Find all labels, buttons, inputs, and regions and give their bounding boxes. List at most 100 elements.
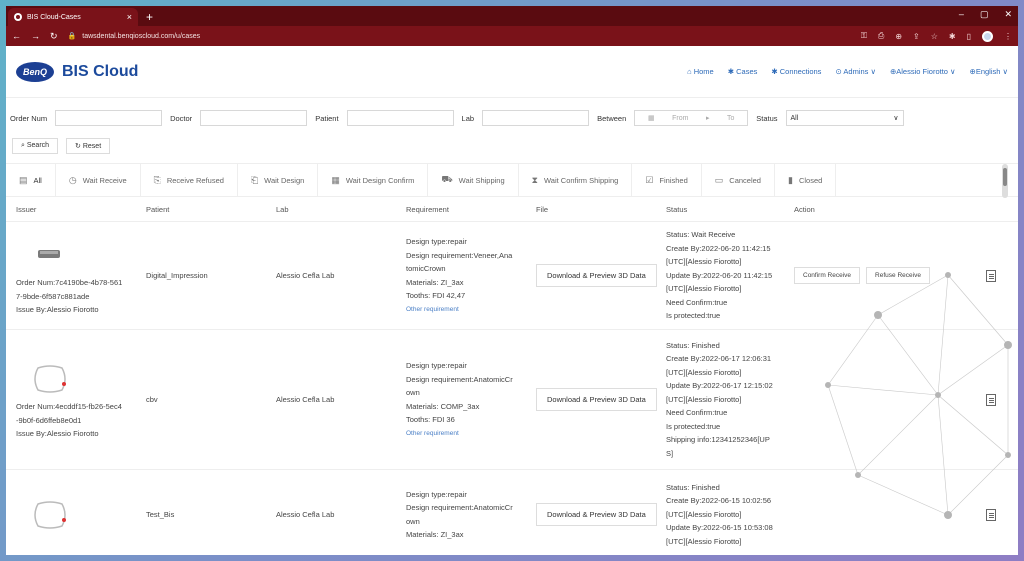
between-label: Between [597, 113, 627, 123]
tab-wait-shipping[interactable]: ⛟ Wait Shipping [428, 164, 519, 196]
tab-wait-design[interactable]: ⎗ Wait Design [238, 164, 319, 196]
status-tabs: ▤ All ◷ Wait Receive ⎘ Receive Refused ⎗ Wait D… [6, 163, 1018, 198]
nav-home[interactable]: ⌂ Home [687, 67, 714, 76]
lab-cell: Alessio Cefla Lab [276, 510, 335, 519]
menu-kebab-icon[interactable]: ⋮ [1004, 32, 1012, 41]
reset-button[interactable]: ↻ Reset [66, 138, 111, 154]
scan-thumbnail[interactable] [30, 500, 70, 530]
app-window: BIS Cloud-Cases × + – ▢ ✕ ← → ↻ 🔒 tawsde… [6, 6, 1018, 555]
tab-wait-receive[interactable]: ◷ Wait Receive [56, 164, 141, 196]
key-icon[interactable]: ⚿ [861, 31, 867, 41]
tab-label: Wait Shipping [458, 175, 505, 185]
tab-label: All [33, 175, 42, 185]
download-preview-button[interactable]: Download & Preview 3D Data [536, 388, 657, 411]
other-requirement-link[interactable]: Other requirement [406, 303, 459, 317]
status-select-value: All [790, 114, 799, 122]
issuer-line: Order Num:4ecddf15-fb26-5ec4 [16, 402, 122, 412]
status-select[interactable]: All ∨ [785, 110, 904, 126]
requirement-line: Tooths: FDI 36 [406, 415, 455, 424]
extension-icons: ⚿ ⎙ ⊕ ⇪ ☆ ✱ ▯ ⋮ [861, 30, 1012, 42]
status-line: Need Confirm:true [666, 408, 728, 418]
status-line: [UTC][Alessio Fiorotto] [666, 536, 742, 546]
order-num-input[interactable] [55, 110, 163, 126]
nav-language[interactable]: ⊕English ∨ [970, 67, 1008, 76]
tab-label: Wait Confirm Shipping [543, 175, 619, 185]
header-file: File [536, 204, 549, 214]
filter-buttons: ⌕ Search ↻ Reset [6, 138, 1018, 154]
requirement-line: own [406, 516, 420, 526]
download-preview-button[interactable]: Download & Preview 3D Data [536, 503, 657, 526]
confirm-receive-button[interactable]: Confirm Receive [794, 267, 861, 284]
scan-thumbnail[interactable] [30, 364, 70, 394]
extensions-icon[interactable]: ✱ [949, 32, 956, 41]
issuer-line: Order Num:7c4190be-4b78-561 [16, 278, 123, 288]
status-line: Status: Finished [666, 340, 720, 350]
tab-canceled[interactable]: ▭ Canceled [702, 164, 775, 196]
scrollbar[interactable] [1002, 164, 1008, 198]
tab-close-icon[interactable]: × [127, 12, 132, 22]
tab-wait-confirm-shipping[interactable]: ⧗ Wait Confirm Shipping [519, 164, 633, 196]
back-icon[interactable]: ← [12, 31, 21, 41]
reload-icon[interactable]: ↻ [50, 31, 58, 42]
action-cell [794, 330, 994, 469]
lock-icon: 🔒 [67, 33, 77, 40]
tab-finished[interactable]: ☑ Finished [632, 164, 702, 196]
search-button[interactable]: ⌕ Search [12, 138, 59, 154]
status-line: Status: Finished [666, 482, 720, 492]
profile-avatar[interactable] [982, 30, 993, 42]
date-range-picker[interactable]: ▦ From ▸ To [634, 110, 749, 126]
details-document-icon[interactable] [986, 270, 996, 282]
nav-cases[interactable]: ✱ Cases [728, 67, 758, 76]
sidepanel-icon[interactable]: ▯ [967, 32, 971, 41]
patient-input[interactable] [346, 110, 454, 126]
tab-receive-refused[interactable]: ⎘ Receive Refused [141, 164, 238, 196]
status-line: [UTC][Alessio Fiorotto] [666, 394, 742, 404]
table-row: Order Num:7c4190be-4b78-561 7-9bde-6f587c… [6, 221, 1018, 329]
browser-tab[interactable]: BIS Cloud-Cases × [8, 8, 138, 26]
share-icon[interactable]: ⇪ [913, 32, 920, 41]
action-cell: Confirm Receive Refuse Receive [794, 222, 994, 329]
other-requirement-link[interactable]: Other requirement [406, 427, 459, 441]
tab-wait-design-confirm[interactable]: ▦ Wait Design Confirm [318, 164, 429, 196]
bookmark-star-icon[interactable]: ☆ [931, 32, 938, 41]
requirement-line: Design type:repair [406, 237, 467, 246]
nav-user-menu[interactable]: ⊕Alessio Fiorotto ∨ [890, 67, 956, 76]
status-line: [UTC][Alessio Fiorotto] [666, 509, 742, 519]
tab-label: Closed [798, 175, 823, 185]
lab-input[interactable] [482, 110, 590, 126]
new-tab-button[interactable]: + [146, 10, 153, 24]
url-field[interactable]: 🔒 tawsdental.benqioscloud.com/u/cases [67, 32, 861, 41]
issuer-cell: Order Num:4ecddf15-fb26-5ec4 -9b0f-6d6ffe… [16, 330, 146, 469]
download-preview-button[interactable]: Download & Preview 3D Data [536, 264, 657, 287]
requirement-line: Design type:repair [406, 361, 467, 370]
requirement-line: Materials: ZI_3ax [406, 277, 464, 287]
requirement-line: Design requirement:AnatomicCr [406, 503, 513, 512]
forward-icon[interactable]: → [31, 31, 40, 41]
requirement-cell: Design type:repair Design requirement:Ven… [406, 222, 536, 329]
header-requirement: Requirement [406, 204, 449, 214]
nav-connections[interactable]: ✱ Connections [771, 67, 821, 76]
translate-icon[interactable]: ⎙ [878, 31, 884, 41]
maximize-icon[interactable]: ▢ [980, 9, 989, 20]
tab-closed[interactable]: ▮ Closed [775, 164, 837, 196]
status-line: [UTC][Alessio Fiorotto] [666, 257, 742, 267]
header-action: Action [794, 204, 815, 214]
issuer-line: Issue By:Alessio Fiorotto [16, 429, 99, 439]
table-body: Order Num:7c4190be-4b78-561 7-9bde-6f587c… [6, 221, 1018, 555]
details-document-icon[interactable] [986, 394, 996, 406]
refuse-receive-button[interactable]: Refuse Receive [866, 267, 930, 284]
status-line: [UTC][Alessio Fiorotto] [666, 284, 742, 294]
doctor-input[interactable] [200, 110, 308, 126]
tab-all[interactable]: ▤ All [6, 164, 56, 196]
nav-admins[interactable]: ⊙ Admins ∨ [835, 67, 876, 76]
action-cell [794, 470, 994, 555]
minimize-icon[interactable]: – [959, 9, 964, 20]
tab-icon: ▭ [714, 174, 724, 185]
requirement-line: Design requirement:AnatomicCr [406, 374, 513, 384]
close-window-icon[interactable]: ✕ [1004, 9, 1012, 20]
tab-icon: ⧗ [531, 174, 538, 185]
scan-thumbnail[interactable] [30, 240, 70, 270]
details-document-icon[interactable] [986, 509, 996, 521]
window-controls: – ▢ ✕ [959, 9, 1012, 20]
zoom-icon[interactable]: ⊕ [895, 32, 902, 41]
